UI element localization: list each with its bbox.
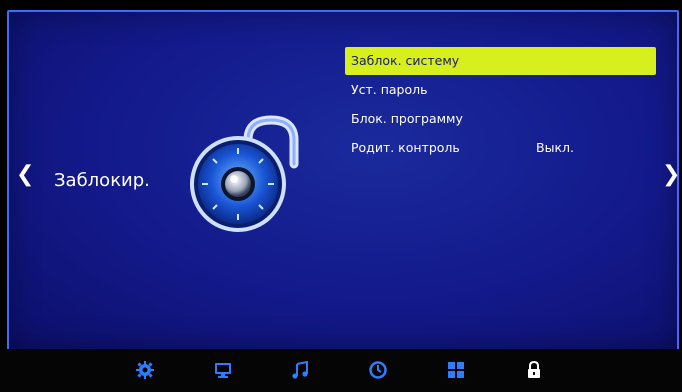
menu-item-lock-system[interactable]: Заблок. систему — [345, 47, 656, 75]
monitor-icon[interactable] — [214, 361, 232, 379]
menu-item-label: Родит. контроль — [351, 140, 460, 155]
combination-lock-icon — [190, 115, 299, 232]
parental-control-value: Выкл. — [536, 140, 574, 155]
music-note-icon[interactable] — [291, 361, 309, 379]
grid-icon[interactable] — [447, 361, 465, 379]
gear-icon[interactable] — [136, 361, 154, 379]
section-title: Заблокир. — [54, 170, 150, 191]
bottom-menu-bar — [0, 349, 682, 392]
menu-item-block-program[interactable]: Блок. программу — [345, 105, 656, 133]
lock-settings-menu: Заблок. систему Уст. пароль Блок. програ… — [345, 47, 656, 163]
menu-item-label: Заблок. систему — [351, 53, 460, 68]
clock-icon[interactable] — [369, 361, 387, 379]
menu-item-set-password[interactable]: Уст. пароль — [345, 76, 656, 104]
menu-item-parental-control[interactable]: Родит. контроль Выкл. — [345, 134, 656, 162]
next-page-arrow-icon[interactable]: ❯ — [662, 164, 680, 186]
menu-item-label: Блок. программу — [351, 111, 463, 126]
lock-icon[interactable] — [525, 361, 543, 379]
previous-page-arrow-icon[interactable]: ❮ — [16, 164, 34, 186]
menu-item-label: Уст. пароль — [351, 82, 428, 97]
tv-settings-screen: ❮ ❯ Заблокир. Заблок. систему Уст. парол… — [0, 0, 682, 392]
